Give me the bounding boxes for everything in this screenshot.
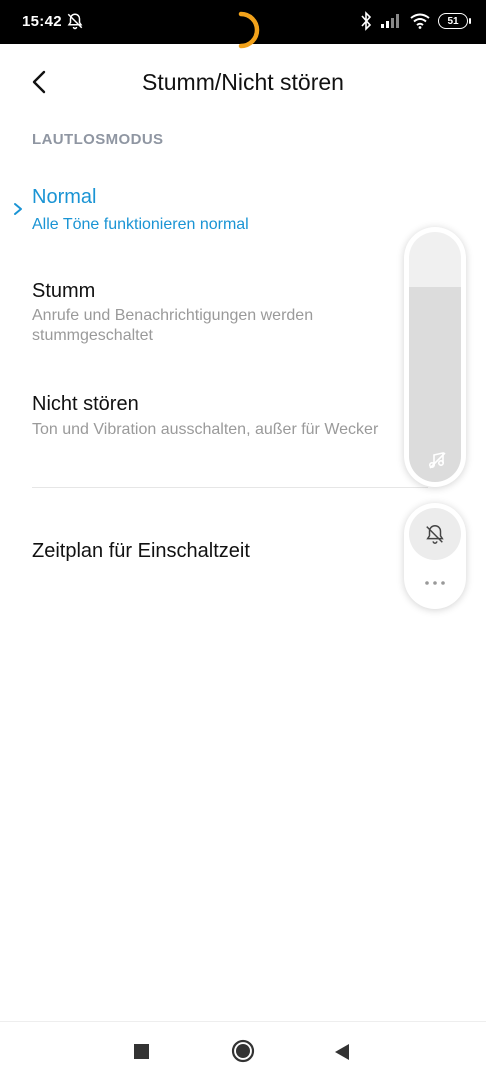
ringer-mode-panel bbox=[404, 503, 466, 609]
mode-option-normal[interactable]: Normal Alle Töne funktionieren normal bbox=[0, 180, 410, 250]
ringer-mode-button[interactable] bbox=[409, 508, 461, 560]
navigation-bar bbox=[0, 1021, 486, 1081]
status-bar: 15:42 51 bbox=[0, 0, 486, 49]
option-description: Ton und Vibration ausschalten, außer für… bbox=[32, 421, 379, 438]
music-note-off-icon bbox=[428, 452, 446, 469]
battery-level: 51 bbox=[447, 15, 459, 27]
status-time: 15:42 bbox=[22, 13, 62, 30]
signal-icon bbox=[381, 14, 399, 28]
divider bbox=[32, 487, 428, 488]
volume-slider[interactable] bbox=[409, 232, 461, 482]
schedule-label: Zeitplan für Einschaltzeit bbox=[32, 540, 250, 562]
bluetooth-icon bbox=[361, 11, 372, 31]
mode-option-stumm[interactable]: Stumm Anrufe und Benachrichtigungen werd… bbox=[0, 275, 410, 355]
header: Stumm/Nicht stören bbox=[0, 44, 486, 120]
bell-off-icon bbox=[426, 525, 444, 544]
more-dots-icon bbox=[425, 581, 445, 585]
selected-chevron-icon bbox=[14, 203, 22, 215]
option-title: Normal bbox=[32, 186, 97, 208]
option-description-line: Anrufe und Benachrichtigungen werden bbox=[32, 307, 314, 324]
home-icon[interactable] bbox=[231, 1039, 255, 1063]
option-title: Stumm bbox=[32, 280, 96, 302]
option-title: Nicht stören bbox=[32, 393, 139, 415]
recent-apps-icon[interactable] bbox=[134, 1044, 149, 1059]
option-description-line: stummgeschaltet bbox=[32, 327, 153, 344]
mode-option-nicht-storen[interactable]: Nicht stören Ton und Vibration ausschalt… bbox=[0, 388, 410, 448]
schedule-item[interactable]: Zeitplan für Einschaltzeit bbox=[0, 530, 400, 574]
wifi-icon bbox=[410, 13, 430, 29]
more-options-button[interactable] bbox=[409, 565, 461, 603]
section-label: LAUTLOSMODUS bbox=[32, 131, 164, 148]
option-description: Alle Töne funktionieren normal bbox=[32, 216, 249, 233]
page-title: Stumm/Nicht stören bbox=[142, 69, 344, 95]
volume-panel bbox=[404, 227, 466, 487]
battery-icon: 51 bbox=[438, 13, 471, 29]
bell-off-icon bbox=[67, 13, 83, 30]
back-icon[interactable] bbox=[333, 1042, 351, 1062]
option-description: Anrufe und Benachrichtigungen werden stu… bbox=[32, 306, 313, 346]
